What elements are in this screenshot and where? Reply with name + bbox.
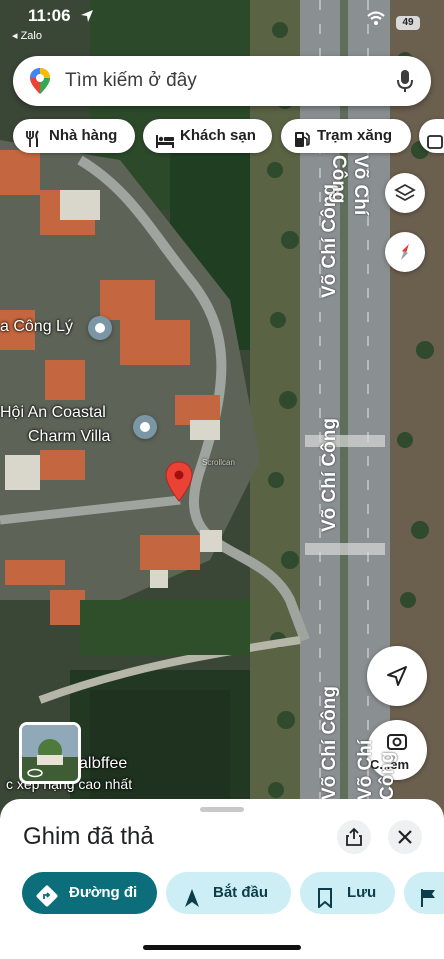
save-label: Lưu: [347, 884, 377, 901]
location-arrow-icon: [80, 9, 94, 28]
chip-restaurants-label: Nhà hàng: [49, 127, 118, 144]
chip-hotels[interactable]: Khách sạn: [143, 119, 272, 153]
street-view-thumbnail[interactable]: [19, 722, 81, 784]
chip-hotels-label: Khách sạn: [180, 127, 256, 144]
directions-button[interactable]: Đường đi: [22, 872, 157, 914]
place-pin[interactable]: [88, 316, 112, 340]
place-label-coffee[interactable]: offee: [92, 755, 127, 773]
road-label: Võ Chí Công: [328, 155, 371, 216]
bed-icon: [155, 128, 175, 162]
chip-gas-stations[interactable]: Trạm xăng: [281, 119, 411, 153]
share-button[interactable]: [337, 820, 371, 854]
more-action-button[interactable]: [404, 872, 444, 914]
bookmark-icon: [317, 883, 333, 925]
start-button[interactable]: Bắt đầu: [166, 872, 291, 914]
directions-icon: [36, 882, 58, 924]
start-label: Bắt đầu: [213, 884, 269, 901]
dropped-pin-icon[interactable]: [165, 461, 193, 508]
status-time: 11:06: [28, 6, 71, 25]
place-bottom-sheet[interactable]: Ghim đã thả Đường đi Bắt đầu Lưu: [0, 799, 444, 959]
wifi-icon: [366, 10, 386, 31]
back-to-app-link[interactable]: ◂ Zalo: [12, 29, 42, 42]
road-label: Võ Chí Công: [319, 686, 340, 800]
place-label-coastal-charm-line2[interactable]: Charm Villa: [28, 428, 110, 446]
close-icon: [398, 830, 412, 849]
360-icon: [27, 765, 43, 781]
battery-indicator: 49: [396, 16, 420, 30]
compass-button[interactable]: [385, 232, 425, 272]
place-label-coastal-charm[interactable]: Hội An Coastal: [0, 404, 106, 422]
fork-knife-icon: [25, 127, 41, 161]
search-bar[interactable]: Tìm kiếm ở đây: [13, 56, 431, 106]
map-watermark: Scrollcan: [202, 458, 235, 467]
save-button[interactable]: Lưu: [300, 872, 395, 914]
gas-pump-icon: [293, 127, 311, 161]
close-button[interactable]: [388, 820, 422, 854]
road-label: Võ Chí Công: [355, 739, 398, 800]
shopping-icon: [427, 128, 443, 162]
home-indicator[interactable]: [143, 945, 301, 950]
sheet-title: Ghim đã thả: [23, 823, 154, 850]
microphone-icon[interactable]: [397, 69, 413, 98]
share-icon: [346, 827, 362, 852]
directions-label: Đường đi: [69, 884, 138, 901]
layers-button[interactable]: [385, 173, 425, 213]
chip-restaurants[interactable]: Nhà hàng: [13, 119, 135, 153]
my-location-button[interactable]: [367, 646, 427, 706]
road-label: Võ Chí Công: [319, 418, 340, 532]
compass-icon: [395, 242, 415, 267]
place-pin[interactable]: [133, 415, 157, 439]
search-input[interactable]: Tìm kiếm ở đây: [65, 70, 197, 92]
navigation-arrow-icon: [184, 883, 200, 925]
sheet-drag-handle[interactable]: [200, 807, 244, 812]
navigation-arrow-icon: [386, 665, 408, 692]
place-label-cong-ly[interactable]: a Công Lý: [0, 318, 73, 336]
status-bar: 11:06 ◂ Zalo 49: [0, 0, 444, 50]
layers-icon: [394, 182, 416, 209]
chip-gas-stations-label: Trạm xăng: [317, 127, 393, 144]
flag-icon: [420, 883, 436, 925]
maps-logo-icon: [29, 67, 51, 100]
